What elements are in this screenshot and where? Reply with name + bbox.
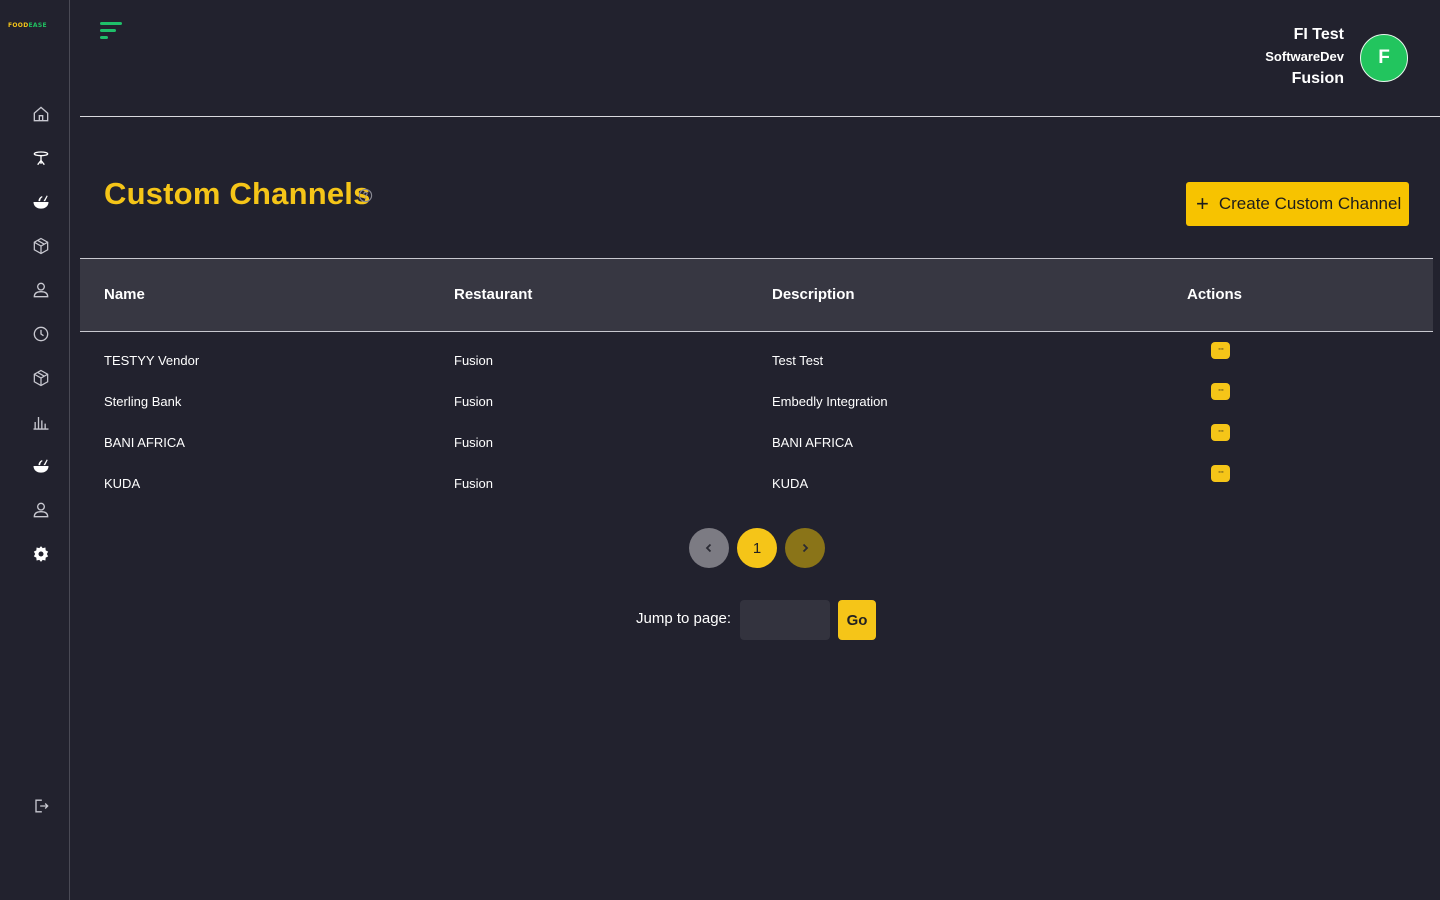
sidebar-item-customers[interactable] bbox=[29, 278, 53, 302]
user-info: FI Test SoftwareDev Fusion bbox=[1265, 24, 1344, 90]
avatar[interactable]: F bbox=[1360, 34, 1408, 82]
go-button[interactable]: Go bbox=[838, 600, 876, 640]
table-header: Name Restaurant Description Actions bbox=[80, 258, 1433, 332]
next-page-button[interactable] bbox=[785, 528, 825, 568]
logout-button[interactable] bbox=[29, 794, 53, 818]
gear-icon bbox=[33, 546, 49, 562]
table-row: BANI AFRICA Fusion BANI AFRICA ··· bbox=[0, 423, 1440, 464]
user-name: FI Test bbox=[1293, 26, 1344, 43]
cell-name: KUDA bbox=[104, 476, 141, 491]
cell-description: Embedly Integration bbox=[772, 394, 888, 409]
sidebar-item-home[interactable] bbox=[29, 102, 53, 126]
page-title: Custom Channels bbox=[104, 176, 371, 211]
table-row: TESTYY Vendor Fusion Test Test ··· bbox=[0, 341, 1440, 382]
row-actions-button[interactable]: ··· bbox=[1211, 465, 1230, 482]
column-header-restaurant[interactable]: Restaurant bbox=[454, 286, 532, 303]
table-row: Sterling Bank Fusion Embedly Integration… bbox=[0, 382, 1440, 423]
menu-toggle-icon[interactable] bbox=[98, 20, 124, 42]
chevron-left-icon bbox=[705, 543, 712, 553]
more-icon: ··· bbox=[1217, 468, 1225, 478]
plus-icon: + bbox=[1196, 191, 1209, 216]
table-icon bbox=[33, 151, 49, 166]
more-icon: ··· bbox=[1217, 427, 1225, 437]
food-bowl-icon bbox=[33, 195, 49, 209]
row-actions-button[interactable]: ··· bbox=[1211, 383, 1230, 400]
help-icon[interactable] bbox=[358, 188, 373, 203]
user-role: SoftwareDev bbox=[1265, 49, 1344, 64]
cell-name: TESTYY Vendor bbox=[104, 353, 200, 368]
more-icon: ··· bbox=[1217, 345, 1225, 355]
create-custom-channel-button[interactable]: + Create Custom Channel bbox=[1186, 182, 1409, 226]
column-header-actions: Actions bbox=[1187, 286, 1243, 303]
sidebar-item-settings[interactable] bbox=[29, 542, 53, 566]
column-header-name[interactable]: Name bbox=[104, 286, 145, 303]
row-actions-button[interactable]: ··· bbox=[1211, 424, 1230, 441]
box-icon bbox=[33, 237, 49, 255]
chevron-right-icon bbox=[802, 543, 809, 553]
brand-logo[interactable]: FOODEASE bbox=[8, 22, 47, 29]
home-icon bbox=[33, 106, 49, 122]
logout-icon bbox=[35, 799, 49, 813]
more-icon: ··· bbox=[1217, 386, 1225, 396]
sidebar-item-tables[interactable] bbox=[29, 146, 53, 170]
jump-to-page-input[interactable] bbox=[740, 600, 830, 640]
sidebar-item-products[interactable] bbox=[29, 234, 53, 258]
column-header-description[interactable]: Description bbox=[772, 286, 855, 303]
brand-logo-part2: EASE bbox=[28, 22, 47, 29]
cell-restaurant: Fusion bbox=[454, 353, 494, 368]
cell-description: KUDA bbox=[772, 476, 809, 491]
cell-description: BANI AFRICA bbox=[772, 435, 853, 450]
table-row: KUDA Fusion KUDA ··· bbox=[0, 464, 1440, 505]
user-icon bbox=[33, 282, 49, 298]
create-custom-channel-label: Create Custom Channel bbox=[1218, 194, 1402, 213]
cell-restaurant: Fusion bbox=[454, 435, 494, 450]
prev-page-button[interactable] bbox=[689, 528, 729, 568]
row-actions-button[interactable]: ··· bbox=[1211, 342, 1230, 359]
brand-logo-part1: FOOD bbox=[8, 22, 29, 29]
cell-restaurant: Fusion bbox=[454, 476, 494, 491]
cell-name: BANI AFRICA bbox=[104, 435, 185, 450]
header-divider bbox=[80, 116, 1440, 117]
page-number-button[interactable]: 1 bbox=[737, 528, 777, 568]
cell-restaurant: Fusion bbox=[454, 394, 494, 409]
sidebar-item-menu[interactable] bbox=[29, 190, 53, 214]
jump-to-page-label: Jump to page: bbox=[636, 610, 732, 627]
cell-name: Sterling Bank bbox=[104, 394, 182, 409]
cell-description: Test Test bbox=[772, 353, 824, 368]
user-org: Fusion bbox=[1291, 70, 1344, 87]
